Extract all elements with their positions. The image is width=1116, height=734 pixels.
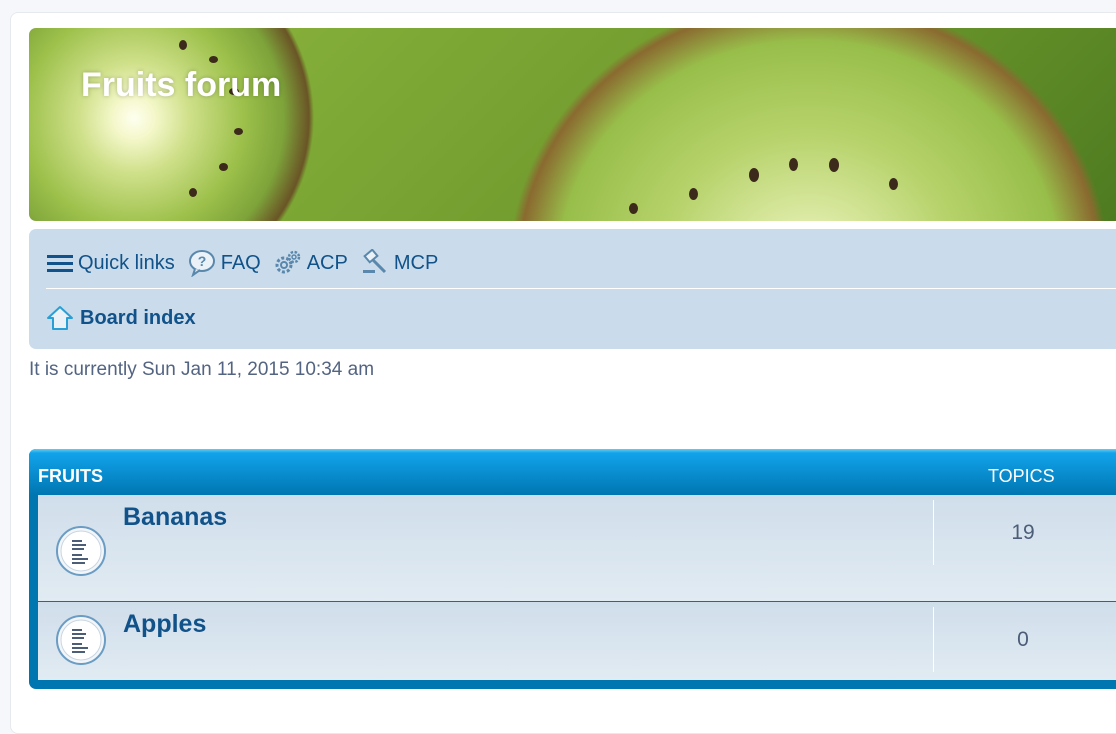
acp-label: ACP: [306, 251, 348, 274]
gears-icon: [275, 250, 300, 274]
forum-title-bananas[interactable]: Bananas: [123, 503, 227, 532]
forum-row: Apples 0: [38, 602, 1116, 680]
help-bubble-icon: ?: [188, 250, 215, 277]
hamburger-menu-icon: [47, 255, 73, 272]
forum-row: Bananas 19: [38, 495, 1116, 601]
home-icon: [47, 306, 73, 330]
faq-label: FAQ: [220, 251, 261, 274]
acp-link[interactable]: ACP: [273, 249, 348, 277]
faq-link[interactable]: ? FAQ: [187, 249, 261, 277]
column-divider: [933, 500, 934, 565]
category-title[interactable]: FRUITS: [38, 466, 103, 487]
navbar: Quick links ? FAQ ACP MCP Board index: [29, 229, 1116, 349]
board-index-link[interactable]: Board index: [80, 307, 196, 330]
topics-count: 19: [1011, 521, 1035, 544]
topics-column-header: TOPICS: [988, 466, 1055, 486]
site-title[interactable]: Fruits forum: [81, 66, 281, 105]
topics-count: 0: [1017, 628, 1029, 651]
forum-read-icon: [56, 615, 106, 665]
forum-read-icon: [56, 526, 106, 576]
site-header-banner: Fruits forum: [29, 28, 1116, 221]
current-time: It is currently Sun Jan 11, 2015 10:34 a…: [29, 359, 375, 380]
breadcrumb[interactable]: Board index: [46, 305, 196, 331]
category-fruits: FRUITS TOPICS Bananas 19 Apples 0: [29, 449, 1116, 689]
navbar-divider: [46, 288, 1116, 289]
quick-links-menu[interactable]: Quick links: [46, 252, 175, 275]
svg-text:?: ?: [197, 253, 206, 269]
gavel-icon: [362, 249, 386, 274]
mcp-link[interactable]: MCP: [360, 249, 438, 277]
column-divider: [933, 607, 934, 672]
quick-links-label: Quick links: [78, 251, 175, 274]
forum-title-apples[interactable]: Apples: [123, 610, 206, 639]
category-header: FRUITS TOPICS: [29, 449, 1116, 495]
nav-links: Quick links ? FAQ ACP MCP: [46, 249, 450, 277]
mcp-label: MCP: [393, 251, 439, 274]
